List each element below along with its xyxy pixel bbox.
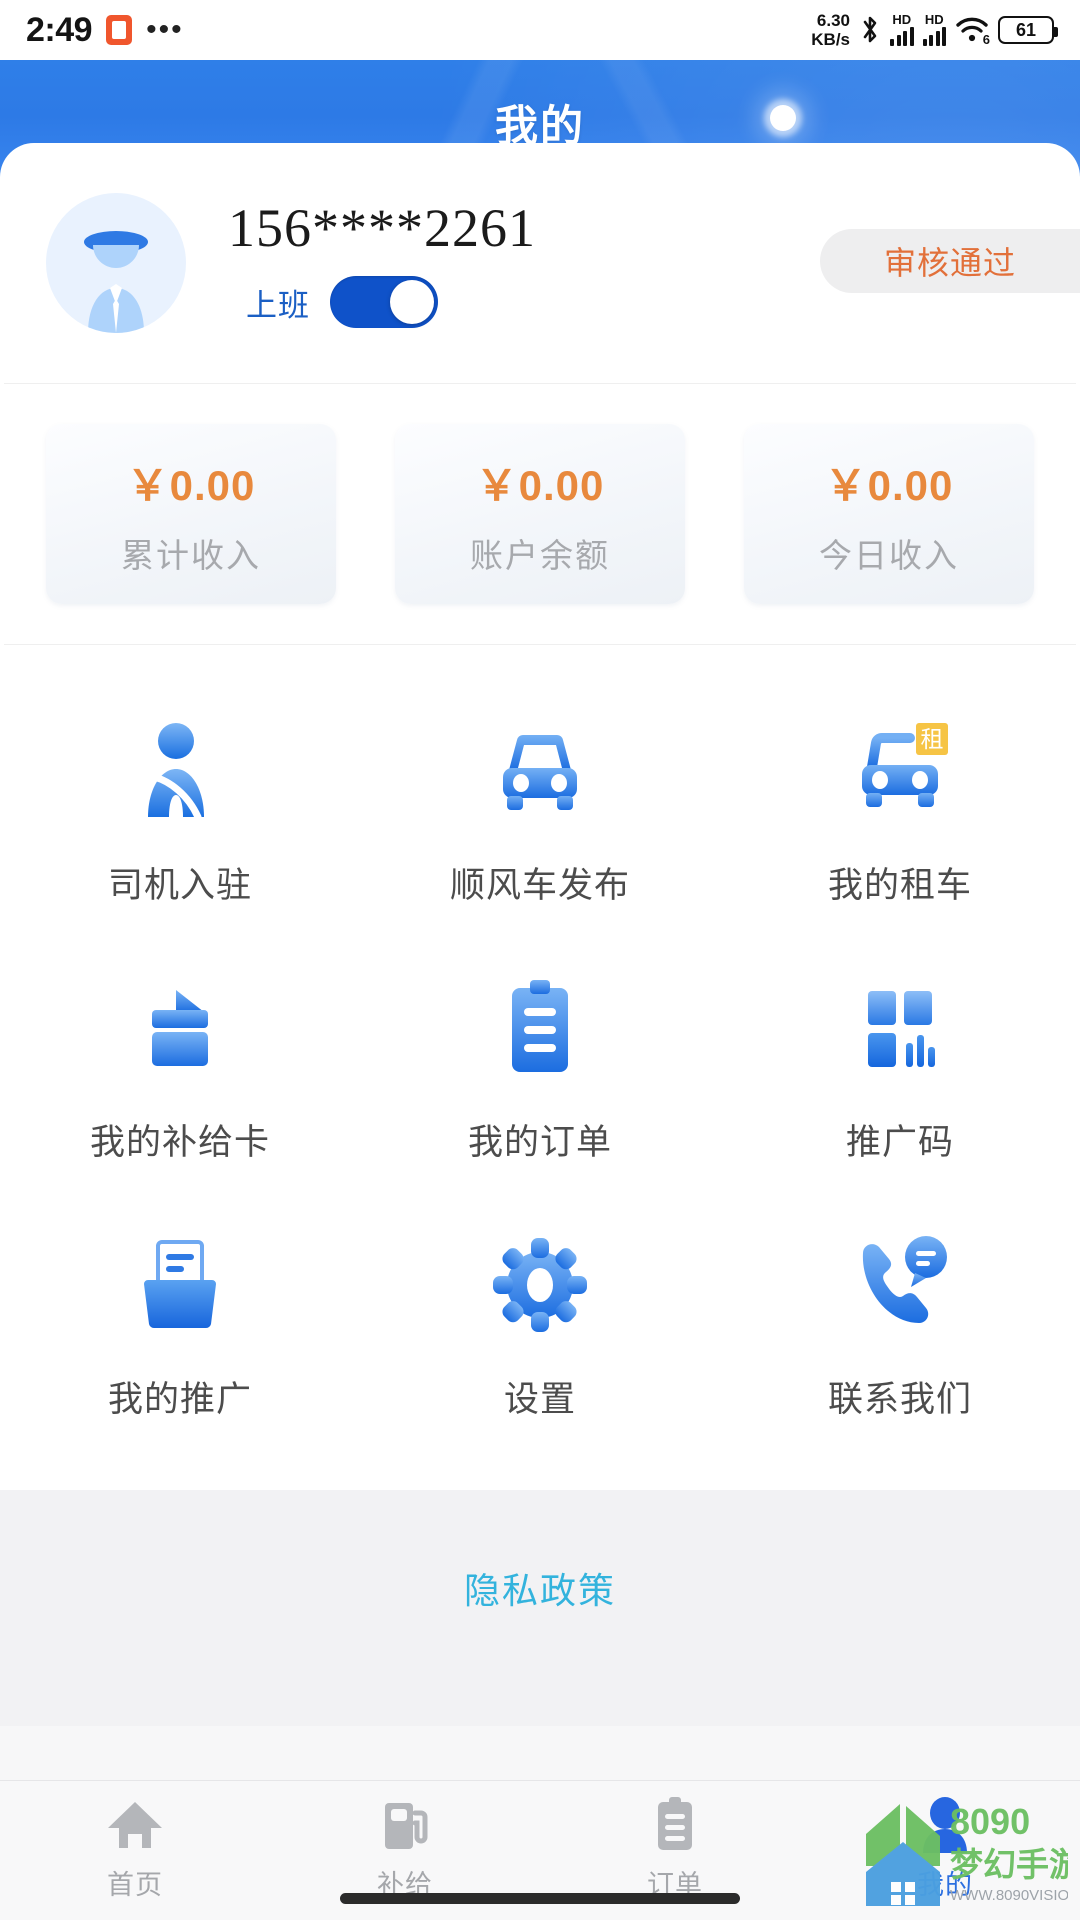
- tab-home[interactable]: 首页: [0, 1795, 270, 1902]
- stat-amount: ￥0.00: [475, 461, 605, 509]
- stats-section: ￥0.00 累计收入 ￥0.00 账户余额 ￥0.00 今日收入: [4, 383, 1076, 645]
- battery-percent: 61: [1015, 19, 1037, 40]
- menu-item-label: 联系我们: [827, 1380, 972, 1419]
- home-icon: [105, 1795, 165, 1855]
- menu-item-car-rental[interactable]: 租 我的租车: [720, 693, 1080, 950]
- ellipsis-icon: •••: [146, 13, 184, 46]
- watermark-url: WWW.8090VISION.COM: [950, 1887, 1068, 1904]
- driver-avatar-icon: [84, 231, 148, 333]
- supply-card-icon: [130, 976, 230, 1080]
- tab-label: 首页: [107, 1870, 163, 1900]
- gear-icon: [491, 1233, 589, 1337]
- status-badge-label: 审核通过: [883, 245, 1016, 281]
- privacy-section: 隐私政策: [0, 1490, 1080, 1726]
- menu-item-label: 我的推广: [107, 1380, 252, 1419]
- menu-item-label: 我的租车: [827, 866, 972, 905]
- menu-item-label: 我的订单: [467, 1123, 612, 1162]
- tab-orders[interactable]: 订单: [540, 1795, 810, 1902]
- menu-item-settings[interactable]: 设置: [360, 1207, 720, 1464]
- stat-card-today-income[interactable]: ￥0.00 今日收入: [744, 424, 1034, 604]
- duty-status-row: 上班: [228, 276, 536, 328]
- app-screen: 2:49 ••• 6.30 KB/s HD HD 6 61 我的 156****…: [0, 0, 1080, 1920]
- phone-chat-icon: [849, 1233, 951, 1337]
- menu-item-label: 司机入驻: [107, 866, 252, 905]
- stat-label: 账户余额: [470, 536, 610, 574]
- wifi-generation-label: 6: [982, 32, 990, 47]
- clipboard-icon: [650, 1795, 700, 1855]
- privacy-policy-link[interactable]: 隐私政策: [464, 1562, 616, 1614]
- sim1-signal: HD: [890, 12, 914, 46]
- duty-toggle-knob: [390, 280, 434, 324]
- order-clipboard-icon: [494, 976, 586, 1080]
- status-bar: 2:49 ••• 6.30 KB/s HD HD 6 61: [0, 0, 1080, 60]
- stat-card-account-balance[interactable]: ￥0.00 账户余额: [395, 424, 685, 604]
- menu-item-label: 我的补给卡: [89, 1123, 270, 1162]
- status-time: 2:49: [26, 10, 93, 49]
- promotion-folder-icon: [130, 1233, 230, 1337]
- stat-amount: ￥0.00: [824, 461, 954, 509]
- tab-supply[interactable]: 补给: [270, 1795, 540, 1902]
- watermark-site-name: 梦幻手游网: [950, 1846, 1068, 1883]
- promo-code-icon: [852, 976, 948, 1080]
- watermark-brand: 8090: [950, 1801, 1030, 1842]
- driver-join-icon: [128, 719, 232, 823]
- fuel-pump-icon: [377, 1795, 433, 1855]
- menu-row: 我的推广 设置 联系我们: [0, 1207, 1080, 1464]
- battery-indicator: 61: [998, 16, 1058, 44]
- sim1-hd-label: HD: [892, 12, 912, 27]
- stat-amount: ￥0.00: [126, 461, 256, 509]
- wifi-indicator: 6: [955, 15, 990, 47]
- menu-row: 我的补给卡 我的订单 推广码: [0, 950, 1080, 1207]
- car-rental-badge-text: 租: [921, 726, 944, 752]
- car-rental-icon: 租: [844, 719, 956, 823]
- home-indicator[interactable]: [340, 1893, 740, 1904]
- phone-number: 156****2261: [228, 198, 536, 258]
- menu-grid: 司机入驻 顺风车发布 租 我的租车 我的补给卡 我的订单 推广码 我的推广 设置…: [0, 645, 1080, 1490]
- menu-row: 司机入驻 顺风车发布 租 我的租车: [0, 693, 1080, 950]
- menu-item-contact-us[interactable]: 联系我们: [720, 1207, 1080, 1464]
- sim2-signal: HD: [922, 12, 946, 46]
- status-badge[interactable]: 审核通过: [820, 229, 1080, 293]
- sim1-bars-icon: [890, 26, 914, 46]
- profile-info: 156****2261 上班: [228, 198, 536, 328]
- bluetooth-icon: [863, 16, 877, 43]
- menu-item-label: 推广码: [845, 1123, 954, 1162]
- stat-label: 累计收入: [121, 536, 261, 574]
- network-speed-value: 6.30: [816, 11, 850, 30]
- app-icon: [106, 15, 133, 45]
- status-bar-right: 6.30 KB/s HD HD 6 61: [811, 11, 1058, 49]
- carpool-publish-icon: [487, 719, 593, 823]
- stat-card-total-income[interactable]: ￥0.00 累计收入: [46, 424, 336, 604]
- sim2-hd-label: HD: [924, 12, 944, 27]
- glow-dot-icon: [770, 105, 796, 131]
- menu-item-label: 顺风车发布: [449, 866, 630, 905]
- menu-item-carpool-publish[interactable]: 顺风车发布: [360, 693, 720, 950]
- duty-toggle[interactable]: [330, 276, 438, 328]
- menu-item-my-orders[interactable]: 我的订单: [360, 950, 720, 1207]
- network-speed-unit: KB/s: [811, 30, 850, 49]
- duty-label: 上班: [246, 287, 310, 323]
- avatar[interactable]: [46, 193, 186, 333]
- status-bar-left: 2:49 •••: [26, 11, 184, 50]
- network-speed: 6.30 KB/s: [811, 11, 850, 49]
- stat-label: 今日收入: [819, 536, 959, 574]
- menu-item-label: 设置: [503, 1380, 576, 1419]
- watermark: 8090 梦幻手游网 WWW.8090VISION.COM: [858, 1792, 1080, 1910]
- menu-item-my-promotion[interactable]: 我的推广: [0, 1207, 360, 1464]
- menu-item-promo-code[interactable]: 推广码: [720, 950, 1080, 1207]
- menu-item-supply-card[interactable]: 我的补给卡: [0, 950, 360, 1207]
- profile-card: 156****2261 上班 审核通过: [0, 143, 1080, 383]
- sim2-bars-icon: [922, 26, 946, 46]
- menu-item-driver-join[interactable]: 司机入驻: [0, 693, 360, 950]
